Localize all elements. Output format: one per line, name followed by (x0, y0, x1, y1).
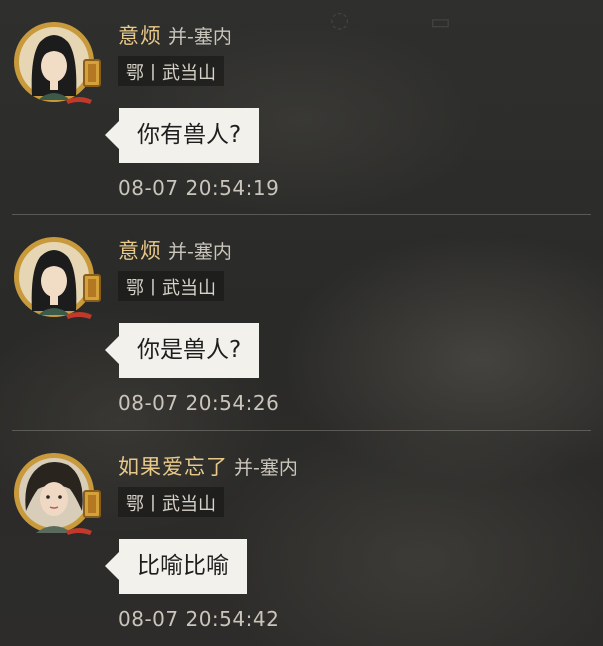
message-timestamp: 08-07 20:54:26 (118, 391, 280, 415)
message-bubble[interactable]: 比喻比喻 (105, 539, 247, 594)
avatar[interactable] (10, 447, 106, 543)
female-hero-black-hair-icon (14, 237, 101, 319)
region-badge: 鄂丨武当山 (118, 56, 224, 86)
avatar[interactable] (10, 16, 106, 112)
chat-message: 如果爱忘了 并-塞内 鄂丨武当山 比喻比喻 08-07 20:54:42 (0, 431, 603, 645)
sender-server: 并-塞内 (168, 26, 232, 48)
sender-server: 并-塞内 (168, 241, 232, 263)
sender-name[interactable]: 意烦 (118, 20, 162, 50)
message-bubble[interactable]: 你是兽人? (104, 323, 260, 378)
message-timestamp: 08-07 20:54:42 (118, 607, 280, 631)
sender-server: 并-塞内 (234, 457, 298, 479)
region-badge: 鄂丨武当山 (118, 271, 224, 301)
region-badge: 鄂丨武当山 (118, 487, 224, 517)
message-timestamp: 08-07 20:54:19 (118, 176, 280, 200)
sender-name[interactable]: 如果爱忘了 (118, 451, 228, 481)
sender-line: 如果爱忘了 并-塞内 (118, 451, 298, 479)
sender-name[interactable]: 意烦 (118, 235, 162, 265)
sender-line: 意烦 并-塞内 (118, 20, 232, 48)
message-bubble[interactable]: 你有兽人? (104, 108, 260, 163)
chat-message: 意烦 并-塞内 鄂丨武当山 你是兽人? 08-07 20:54:26 (0, 215, 603, 429)
female-hero-dark-curly-hair-icon (14, 453, 101, 535)
female-hero-black-hair-icon (14, 22, 101, 104)
chat-message: 意烦 并-塞内 鄂丨武当山 你有兽人? 08-07 20:54:19 (0, 0, 603, 214)
avatar[interactable] (10, 231, 106, 327)
sender-line: 意烦 并-塞内 (118, 235, 232, 263)
